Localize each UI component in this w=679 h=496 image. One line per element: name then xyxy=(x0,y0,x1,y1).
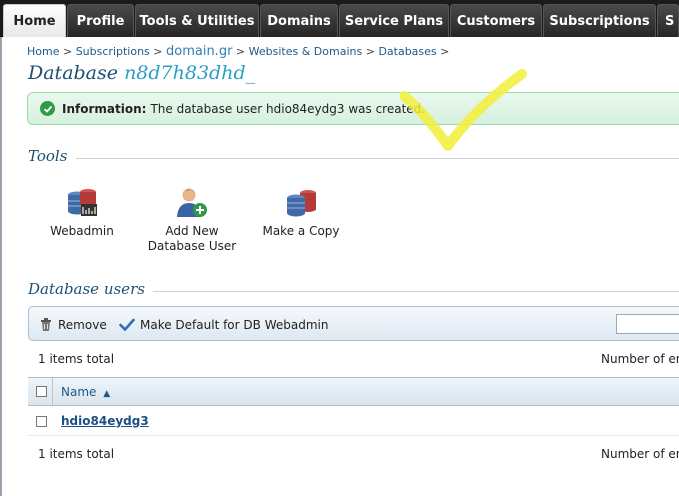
webadmin-label: Webadmin xyxy=(50,224,114,238)
breadcrumb-separator: > xyxy=(365,45,375,58)
database-copy-icon xyxy=(287,190,316,217)
header-separator xyxy=(52,378,53,405)
database-users-divider xyxy=(153,291,679,292)
column-name-header[interactable]: Name ▲ xyxy=(61,385,110,399)
column-name-label: Name xyxy=(61,385,97,399)
entries-per-page-bottom: Number of en xyxy=(601,447,679,461)
add-user-icon xyxy=(177,188,207,217)
breadcrumb-separator: > xyxy=(440,45,450,58)
tab-customers[interactable]: Customers xyxy=(450,4,542,37)
entries-per-page-top: Number of en xyxy=(601,352,679,366)
tab-service-plans[interactable]: Service Plans xyxy=(339,4,449,37)
make-default-button[interactable]: Make Default for DB Webadmin xyxy=(119,307,328,342)
sort-ascending-icon: ▲ xyxy=(103,389,111,399)
tab-subscriptions[interactable]: Subscriptions xyxy=(543,4,656,37)
tab-profile[interactable]: Profile xyxy=(67,4,134,37)
remove-label: Remove xyxy=(58,317,107,332)
row-checkbox[interactable] xyxy=(36,416,47,427)
tab-home[interactable]: Home xyxy=(3,4,66,37)
remove-button[interactable]: Remove xyxy=(39,307,107,342)
breadcrumb-subscriptions[interactable]: Subscriptions xyxy=(76,45,150,58)
left-border xyxy=(0,37,2,496)
page-title: Database n8d7h83dhd_ xyxy=(28,62,255,84)
items-total-bottom: 1 items total xyxy=(38,447,115,461)
top-nav-bar: Home Profile Tools & Utilities Domains S… xyxy=(0,0,679,37)
add-user-label-line1: Add New xyxy=(165,224,219,238)
message-label: Information: xyxy=(62,101,147,116)
items-total-top: 1 items total xyxy=(38,352,115,366)
success-check-icon xyxy=(40,101,55,116)
tab-more[interactable]: S xyxy=(657,4,679,37)
breadcrumb-domain[interactable]: domain.gr xyxy=(166,44,232,59)
add-database-user-tool[interactable]: Add New Database User xyxy=(144,186,240,254)
users-toolbar: Remove Make Default for DB Webadmin xyxy=(28,306,679,341)
users-table-header: Name ▲ xyxy=(28,377,679,406)
breadcrumb: Home > Subscriptions > domain.gr > Websi… xyxy=(27,44,449,59)
make-copy-tool[interactable]: Make a Copy xyxy=(258,186,344,239)
add-user-label-line2: Database User xyxy=(147,239,237,253)
breadcrumb-databases[interactable]: Databases xyxy=(378,45,436,58)
make-copy-label: Make a Copy xyxy=(262,224,340,238)
info-message: Information: The database user hdio84eyd… xyxy=(27,92,679,125)
breadcrumb-separator: > xyxy=(153,45,163,58)
trash-icon xyxy=(41,318,51,331)
database-users-section-title: Database users xyxy=(28,280,145,298)
select-all-checkbox[interactable] xyxy=(36,386,47,397)
tools-divider xyxy=(76,158,679,159)
checkmark-icon xyxy=(119,318,135,331)
breadcrumb-home[interactable]: Home xyxy=(27,45,59,58)
tab-tools-utilities[interactable]: Tools & Utilities xyxy=(135,4,259,37)
tab-domains[interactable]: Domains xyxy=(260,4,338,37)
database-webadmin-icon xyxy=(68,189,97,216)
user-name-link[interactable]: hdio84eydg3 xyxy=(61,414,149,428)
breadcrumb-separator: > xyxy=(62,45,73,58)
make-default-label: Make Default for DB Webadmin xyxy=(140,317,329,332)
breadcrumb-websites-domains[interactable]: Websites & Domains xyxy=(249,45,363,58)
table-row: hdio84eydg3 xyxy=(28,407,679,436)
message-text: The database user hdio84eydg3 was create… xyxy=(150,101,426,116)
webadmin-tool[interactable]: Webadmin xyxy=(44,186,120,239)
breadcrumb-separator: > xyxy=(235,45,246,58)
search-input[interactable] xyxy=(616,314,679,334)
database-name: n8d7h83dhd_ xyxy=(124,62,256,84)
page-title-prefix: Database xyxy=(28,62,119,84)
tools-section-title: Tools xyxy=(28,147,68,165)
